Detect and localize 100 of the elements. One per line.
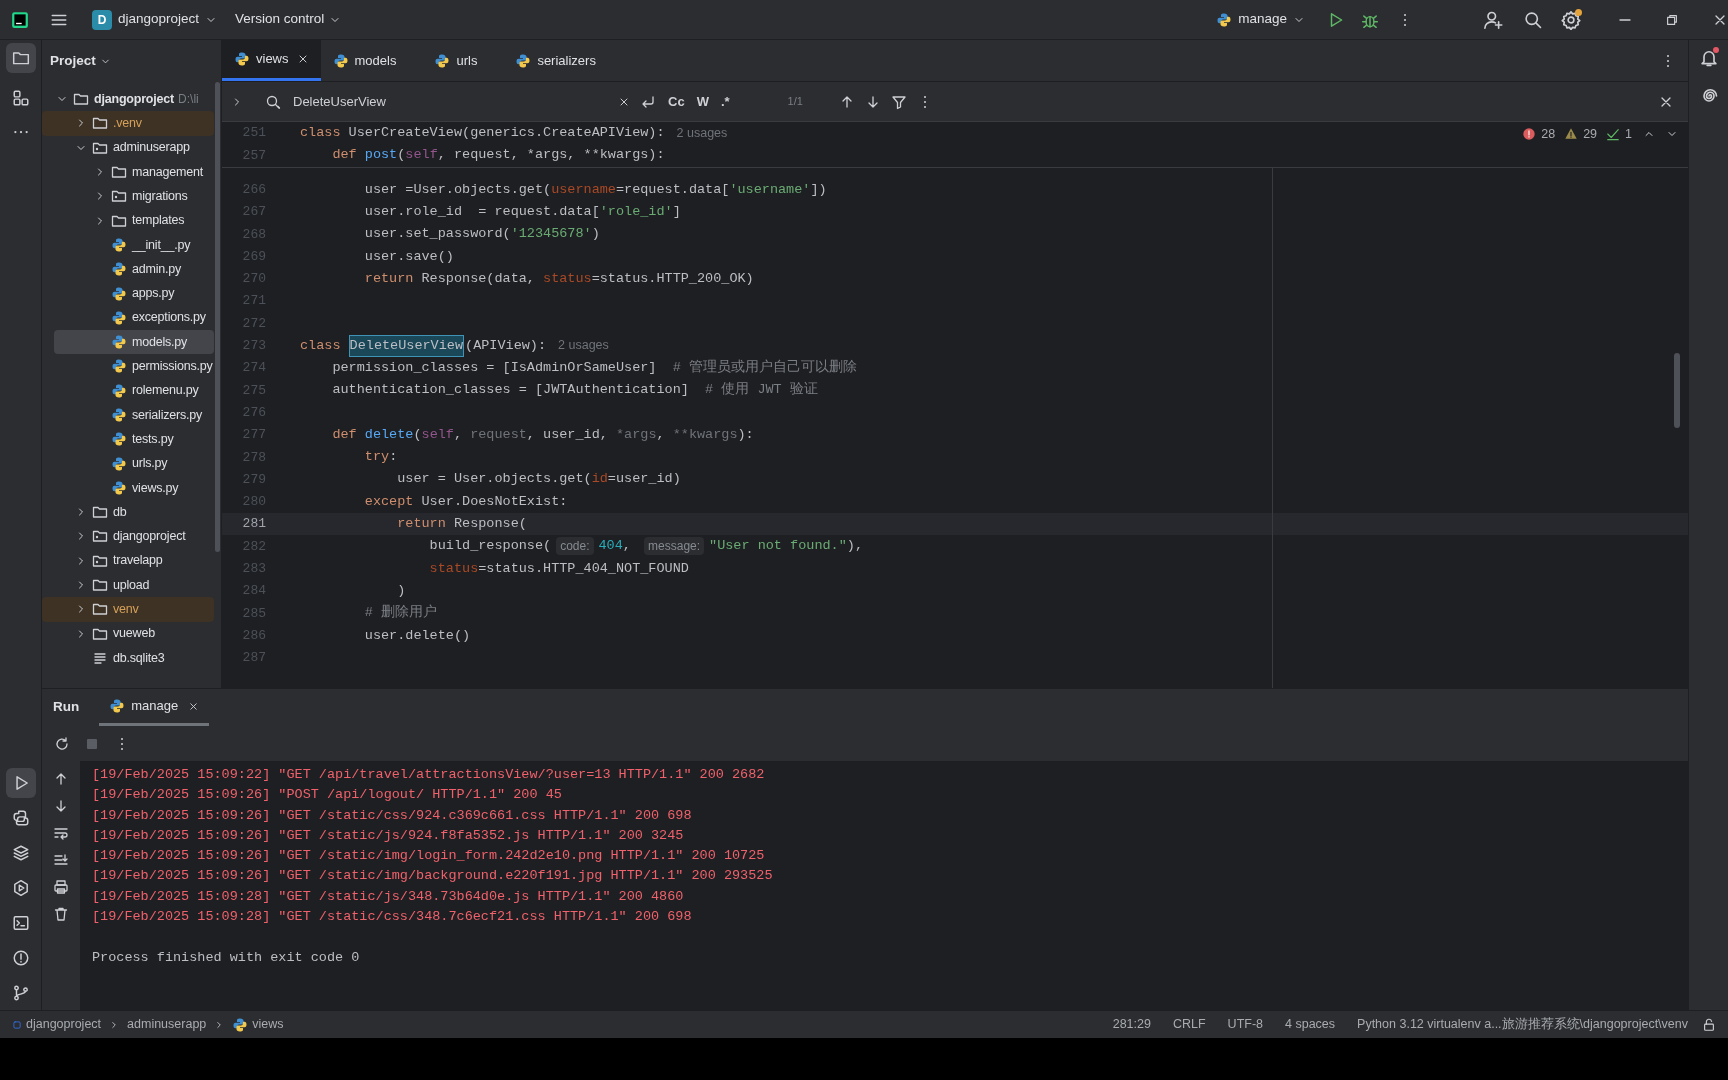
rerun-icon[interactable] [54,735,70,752]
code-line: return Response(data, status=status.HTTP_200_OK) [363,269,754,288]
lock-icon[interactable] [1702,1017,1716,1032]
tree-item[interactable]: vueweb [42,621,214,646]
tree-item[interactable]: venv [42,597,214,622]
code-line: # 删除用户 [363,603,437,623]
project-tool-button[interactable] [5,43,36,73]
python-icon [1216,11,1233,28]
log-line: [19/Feb/2025 15:09:28] "GET /static/js/348.73b64d0e.js HTTP/1.1" 200 4860 [92,887,685,906]
code-line: return Response( [396,515,527,534]
tree-item[interactable]: serializers.py [42,402,214,428]
breadcrumb[interactable]: djangoproject [12,1015,102,1034]
tree-item[interactable]: apps.py [42,281,214,306]
editor-tab[interactable]: models [320,40,409,81]
package-folder-icon [111,188,127,205]
breadcrumb[interactable]: views [232,1015,284,1034]
run-config-name: manage [1238,10,1287,29]
tree-item[interactable]: __init__.py [42,232,214,258]
tree-item[interactable]: exceptions.py [42,305,214,330]
run-tab[interactable]: manage [99,689,210,726]
tree-item[interactable]: views.py [42,475,214,501]
tree-item[interactable]: db [42,500,214,525]
python-file-icon [111,334,127,351]
python-file-icon [109,698,126,714]
restore-icon[interactable] [1665,12,1679,27]
scroll-to-end-icon[interactable] [53,852,69,868]
tree-item[interactable]: models.py [54,329,214,355]
editor-tab[interactable]: urls [422,40,490,81]
add-user-icon[interactable] [1483,9,1503,30]
line-number: 281 [241,515,266,534]
panel-title[interactable]: Project [50,50,96,72]
tree-item[interactable]: templates [42,208,214,233]
notifications-button[interactable] [1698,48,1719,68]
tree-item[interactable]: permissions.py [42,354,214,379]
code-line: user =User.objects.get(username=request.data['username']) [363,180,827,199]
status-item[interactable]: CRLF [1172,1015,1206,1034]
settings-button[interactable] [1561,9,1581,30]
path-hint: D:\li [178,91,199,109]
python-file-icon [111,261,127,278]
log-line: [19/Feb/2025 15:09:26] "GET /static/img/login_form.242d2e10.png HTTP/1.1" 200 10725 [92,847,766,866]
python-outline-icon [11,809,30,827]
warning-circle-icon [11,949,30,967]
tree-item[interactable]: migrations [42,184,214,209]
log-line: [19/Feb/2025 15:09:26] "GET /static/css/924.c369c661.css HTTP/1.1" 200 698 [92,806,693,825]
python-file-icon [111,285,127,302]
search-option[interactable]: .* [720,91,730,112]
package-folder-icon [92,528,108,545]
search-option[interactable]: W [696,91,709,112]
close-icon[interactable] [188,700,200,712]
code-line: user.set_password('12345678') [363,225,600,244]
python-file-icon [111,382,127,399]
tree-item[interactable]: upload [42,572,214,598]
code-line: user.role_id = request.data['role_id'] [363,202,681,221]
code-line: build_response( code: 404, message: "User not found."), [428,536,863,557]
python-file-icon [332,52,349,69]
editor-tab[interactable]: views [222,40,321,81]
log-line: [19/Feb/2025 15:09:26] "GET /static/img/background.e220f191.jpg HTTP/1.1" 200 293525 [92,867,774,886]
code-line: permission_classes = [IsAdminOrSameUser] # 管理员或用户自己可以删除 [331,358,857,377]
python-file-icon [111,479,127,496]
print-icon[interactable] [53,879,69,895]
breadcrumb[interactable]: adminuserapp [127,1015,207,1034]
editor-tab[interactable]: serializers [503,40,608,81]
tree-item[interactable]: rolemenu.py [42,378,214,403]
inspection-widget[interactable]: 28 29 1 [1522,125,1678,144]
run-config-selector[interactable]: manage [1212,5,1309,34]
vcs-selector[interactable]: Version control [231,5,346,34]
blocks-icon [11,89,30,107]
tree-item[interactable]: admin.py [42,257,214,282]
status-item[interactable]: UTF-8 [1227,1015,1264,1034]
python-file-icon [111,407,127,423]
tree-item[interactable]: djangoproject [42,524,214,549]
tree-item[interactable]: tests.py [42,427,214,452]
tree-item[interactable]: travelapp [42,548,214,573]
log-line: [19/Feb/2025 15:09:22] "GET /api/travel/attractionsView/?user=13 HTTP/1.1" 200 2682 [92,766,766,784]
run-tool-button[interactable] [5,768,36,798]
tree-item[interactable]: urls.py [42,451,214,476]
code-line: class DeleteUserView(APIView): 2 usages [300,334,609,357]
tree-item[interactable]: .venv [42,111,214,136]
match-count: 1/1 [787,94,803,110]
filter-icon[interactable] [890,93,907,110]
python-file-icon [111,455,127,472]
folder-icon [92,504,108,521]
warning-icon [1564,127,1579,142]
tree-item[interactable]: management [42,159,214,185]
trash-icon[interactable] [53,906,69,922]
search-icon [265,93,281,110]
tree-item[interactable]: db.sqlite3 [42,645,214,671]
search-field[interactable]: DeleteUserView [265,86,630,117]
tree-item[interactable]: djangoproject D:\li [42,87,214,112]
status-item[interactable]: 281:29 [1112,1015,1151,1034]
search-option[interactable]: Cc [668,91,685,112]
soft-wrap-icon[interactable] [53,825,69,841]
code-line: ) [396,581,406,600]
log-line: [19/Feb/2025 15:09:26] "POST /api/logout/ HTTP/1.1" 200 45 [92,786,563,805]
status-item[interactable]: Python 3.12 virtualenv a...旅游推荐系统\djangoproject\venv [1357,1015,1688,1034]
status-item[interactable]: 4 spaces [1285,1015,1336,1034]
code-line: except User.DoesNotExist: [363,492,568,511]
project-selector[interactable]: D djangoproject [88,5,222,34]
tree-item[interactable]: adminuserapp [42,135,214,160]
search-icon[interactable] [1523,9,1543,30]
